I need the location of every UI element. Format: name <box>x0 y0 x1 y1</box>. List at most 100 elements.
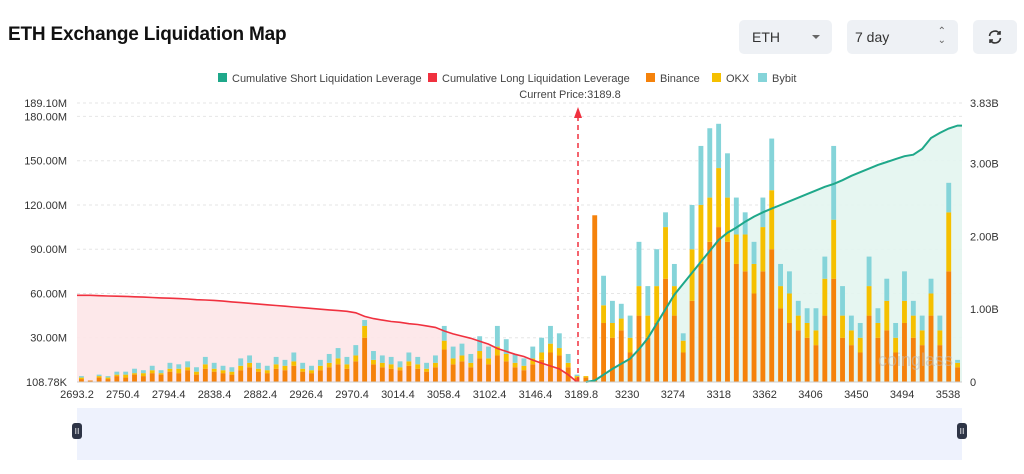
bar-binance <box>698 263 704 382</box>
bar-okx <box>140 373 146 377</box>
bar-binance <box>680 352 686 382</box>
bar-bybit <box>494 325 500 347</box>
bar-binance <box>512 367 518 382</box>
bar-okx <box>636 286 642 316</box>
bar-bybit <box>539 337 545 353</box>
bar-bybit <box>211 362 217 369</box>
bar-okx <box>247 362 253 368</box>
bar-okx <box>441 340 447 350</box>
bar-okx <box>503 353 509 362</box>
bar-bybit <box>893 322 899 338</box>
bar-bybit <box>955 359 961 363</box>
bar-bybit <box>795 300 801 316</box>
bar-okx <box>813 330 819 346</box>
bar-binance <box>211 371 217 382</box>
legend-label[interactable]: Cumulative Long Liquidation Leverage <box>442 73 630 85</box>
bar-okx <box>884 300 890 331</box>
bar-bybit <box>530 346 536 359</box>
bar-okx <box>255 368 261 372</box>
x-tick-label: 3274 <box>661 389 685 401</box>
slider-track[interactable] <box>77 408 962 460</box>
legend-label[interactable]: Binance <box>660 73 700 85</box>
bar-bybit <box>910 300 916 316</box>
bar-binance <box>229 374 235 382</box>
bar-okx <box>344 364 350 369</box>
bar-okx <box>96 376 102 378</box>
bar-binance <box>273 368 279 382</box>
bar-bybit <box>769 138 775 191</box>
legend-label[interactable]: OKX <box>726 73 750 85</box>
bar-bybit <box>884 278 890 301</box>
bar-bybit <box>840 286 845 316</box>
bar-binance <box>176 373 182 382</box>
bar-okx <box>291 361 297 366</box>
bar-bybit <box>698 145 704 205</box>
bar-bybit <box>486 346 491 359</box>
bar-okx <box>840 315 845 338</box>
bar-binance <box>848 345 854 382</box>
x-tick-label: 3538 <box>936 389 960 401</box>
bar-binance <box>955 367 961 382</box>
y-left-tick-label: 60.00M <box>30 288 67 300</box>
bar-binance <box>786 322 792 382</box>
bar-okx <box>468 362 474 368</box>
bar-binance <box>671 315 677 382</box>
x-tick-label: 3102.4 <box>473 389 507 401</box>
bar-binance <box>733 263 739 382</box>
x-tick-label: 2693.2 <box>60 389 94 401</box>
slider-left-handle[interactable] <box>72 423 82 439</box>
bar-okx <box>379 362 385 368</box>
legend-label[interactable]: Bybit <box>772 73 796 85</box>
bar-bybit <box>919 315 925 331</box>
bar-okx <box>424 368 430 372</box>
bar-binance <box>441 349 447 382</box>
legend: Cumulative Short Liquidation Leverage Cum… <box>218 73 796 85</box>
bar-okx <box>309 370 314 374</box>
bar-okx <box>326 362 332 368</box>
legend-label[interactable]: Cumulative Short Liquidation Leverage <box>232 73 422 85</box>
data-zoom-slider <box>72 408 967 460</box>
bar-okx <box>831 219 837 279</box>
bar-bybit <box>264 365 270 371</box>
bar-okx <box>795 315 801 331</box>
bar-binance <box>114 376 120 382</box>
bar-binance <box>450 364 456 382</box>
bar-okx <box>627 337 633 353</box>
x-tick-label: 3014.4 <box>381 389 415 401</box>
y-left-tick-label: 150.00M <box>24 156 67 168</box>
bar-bybit <box>751 241 757 264</box>
bar-okx <box>565 362 571 368</box>
bar-binance <box>486 364 491 382</box>
slider-right-handle[interactable] <box>957 423 967 439</box>
x-tick-label: 3406 <box>798 389 822 401</box>
bar-okx <box>707 197 713 242</box>
bar-bybit <box>848 315 854 331</box>
bar-okx <box>654 286 660 323</box>
bar-okx <box>663 227 668 279</box>
bar-binance <box>344 368 350 382</box>
bar-okx <box>716 168 722 228</box>
bar-binance <box>742 271 748 382</box>
bar-bybit <box>574 374 580 377</box>
bar-bybit <box>521 358 527 366</box>
bar-bybit <box>229 367 235 372</box>
bar-okx <box>273 364 279 369</box>
bar-binance <box>424 371 430 382</box>
bar-bybit <box>441 325 447 341</box>
bar-binance <box>822 315 828 382</box>
bar-binance <box>300 371 306 382</box>
bar-okx <box>459 355 465 362</box>
bar-bybit <box>459 343 465 356</box>
bar-okx <box>78 377 84 380</box>
bar-bybit <box>105 376 111 378</box>
bar-bybit <box>406 352 412 362</box>
bar-binance <box>592 215 598 382</box>
x-tick-label: 2750.4 <box>106 389 140 401</box>
bar-bybit <box>689 204 695 250</box>
bar-bybit <box>326 353 332 363</box>
bar-binance <box>751 293 757 382</box>
bar-bybit <box>167 362 173 369</box>
bar-bybit <box>424 362 430 369</box>
bar-bybit <box>132 368 137 374</box>
bar-bybit <box>194 367 199 372</box>
